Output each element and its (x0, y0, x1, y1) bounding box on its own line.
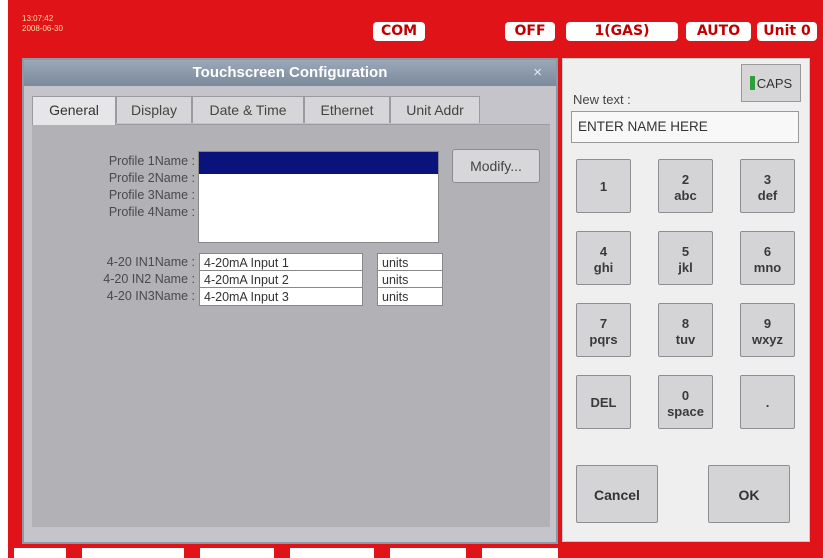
modify-button[interactable]: Modify... (452, 149, 540, 183)
key-5-label: 5 (681, 244, 690, 259)
key-2-letters: abc (674, 188, 697, 203)
key-3-letters: def (757, 188, 778, 203)
tab-general[interactable]: General (32, 96, 116, 125)
key-5[interactable]: 5 jkl (658, 231, 713, 285)
ok-button[interactable]: OK (708, 465, 790, 523)
key-0[interactable]: 0 space (658, 375, 713, 429)
period-key-label: . (765, 395, 770, 410)
key-2-label: 2 (681, 172, 690, 187)
softkey-6[interactable] (482, 548, 558, 558)
key-3-label: 3 (763, 172, 772, 187)
new-text-input[interactable]: ENTER NAME HERE (571, 111, 799, 143)
com-indicator[interactable]: COM (373, 22, 425, 41)
profile-name-list[interactable] (198, 151, 439, 243)
profile-3-row[interactable] (199, 196, 438, 218)
key-4[interactable]: 4 ghi (576, 231, 631, 285)
key-4-letters: ghi (593, 260, 614, 275)
key-6[interactable]: 6 mno (740, 231, 795, 285)
profile-4-name-label: Profile 4Name : (108, 205, 195, 219)
bottom-softkey-strip (8, 548, 823, 558)
dialog-title: Touchscreen Configuration (24, 60, 556, 86)
profile-2-row[interactable] (199, 174, 438, 196)
key-4-label: 4 (599, 244, 608, 259)
tab-date-time[interactable]: Date & Time (192, 96, 304, 123)
key-1[interactable]: 1 (576, 159, 631, 213)
key-7-letters: pqrs (589, 332, 618, 347)
key-7[interactable]: 7 pqrs (576, 303, 631, 357)
auto-indicator[interactable]: AUTO (686, 22, 751, 41)
softkey-2[interactable] (82, 548, 184, 558)
input-3-name-field[interactable]: 4-20mA Input 3 (199, 287, 363, 306)
new-text-label: New text : (573, 92, 631, 107)
softkey-4[interactable] (290, 548, 374, 558)
device-screen: 13:07:42 2008-06-30 COM OFF 1(GAS) AUTO … (8, 0, 823, 558)
touchscreen-configuration-dialog: Touchscreen Configuration × General Disp… (22, 58, 558, 544)
off-indicator[interactable]: OFF (505, 22, 555, 41)
key-0-letters: space (667, 404, 704, 419)
key-3[interactable]: 3 def (740, 159, 795, 213)
softkey-5[interactable] (390, 548, 466, 558)
cancel-button[interactable]: Cancel (576, 465, 658, 523)
caps-label: CAPS (756, 76, 793, 91)
status-bar: 13:07:42 2008-06-30 COM OFF 1(GAS) AUTO … (8, 0, 823, 50)
tab-unit-addr[interactable]: Unit Addr (390, 96, 480, 123)
profile-2-name-label: Profile 2Name : (108, 171, 195, 185)
input-3-units-field[interactable]: units (377, 287, 443, 306)
period-key[interactable]: . (740, 375, 795, 429)
profile-3-name-label: Profile 3Name : (108, 188, 195, 202)
input-3-name-label: 4-20 IN3Name : (106, 289, 195, 303)
caps-button[interactable]: CAPS (741, 64, 801, 102)
key-2[interactable]: 2 abc (658, 159, 713, 213)
key-8[interactable]: 8 tuv (658, 303, 713, 357)
key-6-label: 6 (763, 244, 772, 259)
text-entry-keypad: CAPS New text : ENTER NAME HERE 1 2 abc 3… (562, 58, 810, 542)
key-7-label: 7 (599, 316, 608, 331)
clock: 13:07:42 2008-06-30 (22, 14, 63, 34)
tab-ethernet[interactable]: Ethernet (304, 96, 390, 123)
key-6-letters: mno (753, 260, 782, 275)
softkey-3[interactable] (200, 548, 274, 558)
unit-indicator[interactable]: Unit 0 (757, 22, 817, 41)
profile-4-row[interactable] (199, 218, 438, 240)
clock-date: 2008-06-30 (22, 24, 63, 33)
caps-indicator-icon (749, 76, 755, 90)
clock-time: 13:07:42 (22, 14, 54, 23)
delete-key[interactable]: DEL (576, 375, 631, 429)
gas-channel-indicator[interactable]: 1(GAS) (566, 22, 678, 41)
close-icon[interactable]: × (533, 60, 542, 86)
delete-key-label: DEL (590, 395, 617, 410)
key-9-label: 9 (763, 316, 772, 331)
softkey-1[interactable] (14, 548, 66, 558)
general-tab-panel: Profile 1Name : Profile 2Name : Profile … (32, 124, 550, 527)
key-9-letters: wxyz (751, 332, 784, 347)
tab-display[interactable]: Display (116, 96, 192, 123)
key-8-label: 8 (681, 316, 690, 331)
profile-1-row[interactable] (199, 152, 438, 174)
input-2-name-label: 4-20 IN2 Name : (103, 272, 195, 286)
key-0-label: 0 (681, 388, 690, 403)
key-9[interactable]: 9 wxyz (740, 303, 795, 357)
key-8-letters: tuv (675, 332, 696, 347)
key-5-letters: jkl (678, 260, 693, 275)
input-1-name-label: 4-20 IN1Name : (106, 255, 195, 269)
key-1-label: 1 (599, 179, 608, 194)
profile-1-name-label: Profile 1Name : (108, 154, 195, 168)
